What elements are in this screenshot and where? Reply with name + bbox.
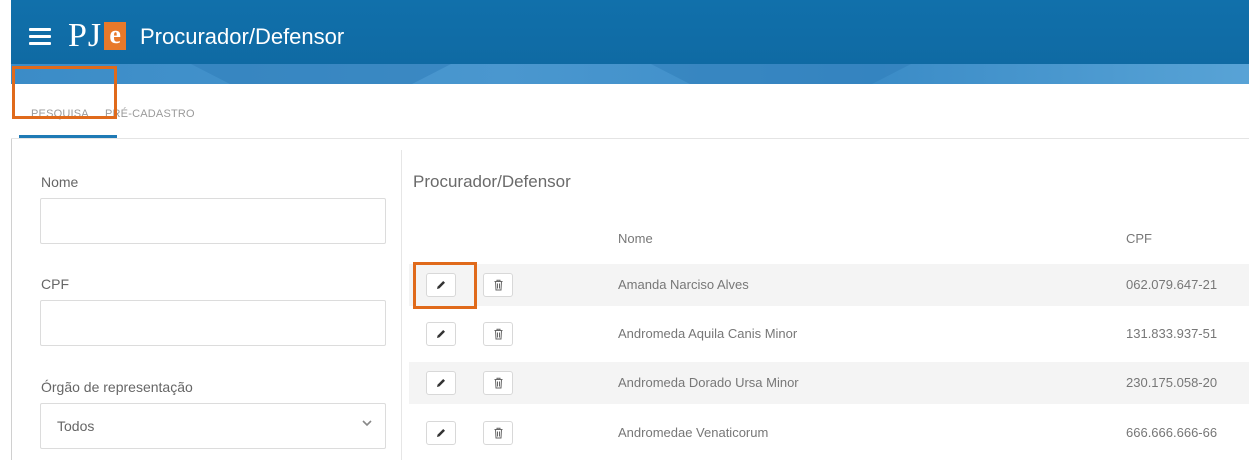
table-row: Amanda Narciso Alves 062.079.647-21 <box>409 264 1249 306</box>
hamburger-menu-icon[interactable] <box>29 28 51 45</box>
pencil-icon <box>437 281 445 289</box>
row-name: Andromeda Dorado Ursa Minor <box>618 375 799 390</box>
edit-button[interactable] <box>426 322 456 346</box>
orgao-selected-value: Todos <box>57 418 95 434</box>
pencil-icon <box>437 429 445 437</box>
pje-logo: PJ e <box>68 17 127 54</box>
delete-button[interactable] <box>483 421 513 445</box>
row-cpf: 666.666.666-66 <box>1126 425 1218 440</box>
table-row: Andromeda Aquila Canis Minor 131.833.937… <box>409 313 1249 355</box>
edit-button[interactable] <box>426 371 456 395</box>
trash-icon <box>494 279 502 291</box>
trash-icon <box>494 328 502 340</box>
row-cpf: 062.079.647-21 <box>1126 277 1218 292</box>
header-band-shape <box>191 64 451 84</box>
row-cpf: 230.175.058-20 <box>1126 375 1218 390</box>
pencil-icon <box>437 379 445 387</box>
logo-e-badge: e <box>104 22 127 50</box>
row-name: Andromedae Venaticorum <box>618 425 769 440</box>
page-title: Procurador/Defensor <box>140 24 345 49</box>
trash-icon <box>494 427 502 439</box>
pencil-icon <box>437 330 445 338</box>
edit-button[interactable] <box>426 421 456 445</box>
tab-pre-cadastro[interactable]: PRÉ-CADASTRO <box>105 108 195 120</box>
tab-pesquisa[interactable]: PESQUISA <box>31 108 89 120</box>
cpf-label: CPF <box>41 276 69 292</box>
table-row: Andromeda Dorado Ursa Minor 230.175.058-… <box>409 362 1249 404</box>
app-header: PJ e Procurador/Defensor <box>11 0 1249 84</box>
orgao-label: Órgão de representação <box>41 379 193 395</box>
row-name: Andromeda Aquila Canis Minor <box>618 326 798 341</box>
content-left-border <box>11 139 12 460</box>
nome-label: Nome <box>41 174 79 190</box>
delete-button[interactable] <box>483 371 513 395</box>
header-band-shape <box>651 64 911 84</box>
trash-icon <box>494 377 502 389</box>
results-title: Procurador/Defensor <box>413 172 571 191</box>
chevron-down-icon <box>361 417 373 432</box>
cpf-input[interactable] <box>40 300 386 346</box>
orgao-select[interactable]: Todos <box>40 403 386 449</box>
tab-bar: PESQUISA PRÉ-CADASTRO <box>11 84 1249 139</box>
edit-button[interactable] <box>426 273 456 297</box>
logo-pj-text: PJ <box>68 17 103 54</box>
header-decorative-band <box>11 64 1249 84</box>
nome-input[interactable] <box>40 198 386 244</box>
table-row: Andromedae Venaticorum 666.666.666-66 <box>409 412 1249 454</box>
delete-button[interactable] <box>483 273 513 297</box>
delete-button[interactable] <box>483 322 513 346</box>
row-cpf: 131.833.937-51 <box>1126 326 1218 341</box>
column-header-cpf[interactable]: CPF <box>1126 231 1152 246</box>
column-header-nome[interactable]: Nome <box>618 231 653 246</box>
active-tab-indicator <box>19 135 117 138</box>
row-name: Amanda Narciso Alves <box>618 277 749 292</box>
filter-panel: Nome CPF Órgão de representação Todos <box>22 150 402 460</box>
